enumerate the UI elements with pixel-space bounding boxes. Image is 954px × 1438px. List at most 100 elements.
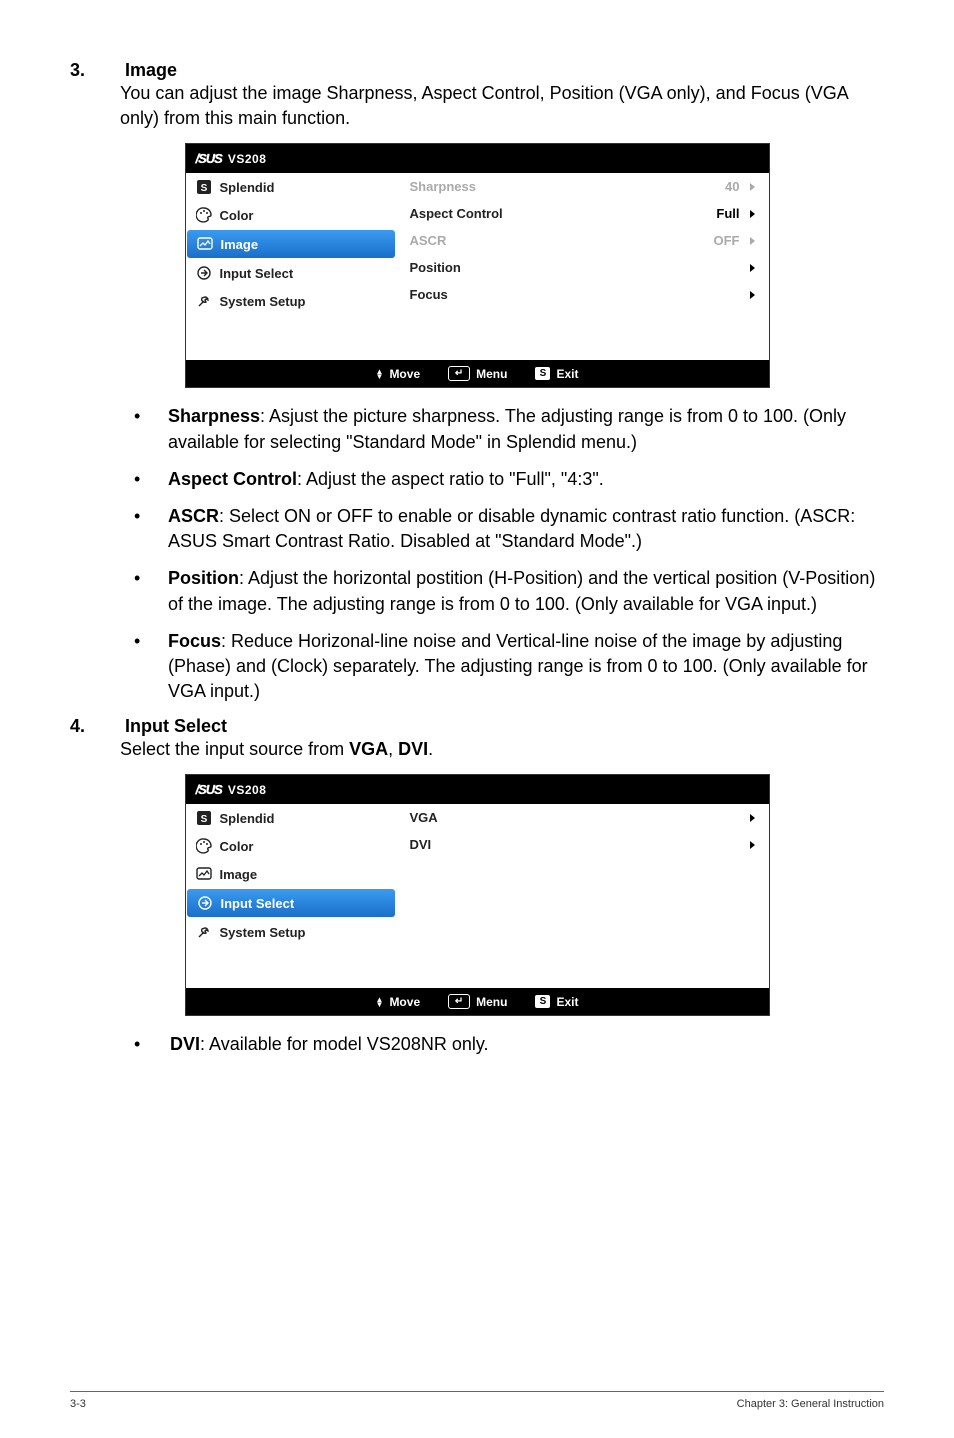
asus-logo: /SUS — [196, 151, 222, 166]
option-sharpness[interactable]: Sharpness 40 — [396, 173, 769, 200]
menu-image[interactable]: Image — [186, 860, 396, 888]
section-4: 4. Input Select Select the input source … — [70, 716, 884, 762]
s-key-icon: S — [535, 995, 550, 1008]
menu-image[interactable]: Image — [187, 230, 395, 258]
option-aspect-control[interactable]: Aspect Control Full — [396, 200, 769, 227]
menu-label: System Setup — [220, 294, 306, 309]
bullet-text: : Adjust the horizontal postition (H-Pos… — [168, 568, 875, 613]
chapter-label: Chapter 3: General Instruction — [737, 1398, 884, 1410]
enter-icon: ↵ — [448, 994, 470, 1009]
osd-blank-space — [396, 858, 769, 988]
option-value: OFF — [714, 233, 755, 248]
bullet-term: Focus — [168, 631, 221, 651]
chevron-right-icon — [750, 291, 755, 299]
bullet-term: DVI — [170, 1034, 200, 1054]
menu-splendid[interactable]: S Splendid — [186, 804, 396, 832]
bullet-text: : Asjust the picture sharpness. The adju… — [168, 406, 846, 451]
option-vga[interactable]: VGA — [396, 804, 769, 831]
menu-system-setup[interactable]: System Setup — [186, 287, 396, 315]
section3-bullets: Sharpness: Asjust the picture sharpness.… — [120, 404, 884, 704]
option-value: 40 — [725, 179, 754, 194]
footer-label: Exit — [556, 995, 578, 1009]
bullet-ascr: ASCR: Select ON or OFF to enable or disa… — [120, 504, 884, 554]
intro-text: Select the input source from — [120, 739, 349, 759]
palette-icon — [196, 207, 212, 223]
option-label: Sharpness — [410, 179, 476, 194]
tools-icon — [196, 293, 212, 309]
model-label: VS208 — [228, 152, 267, 166]
bullet-text: : Adjust the aspect ratio to "Full", "4:… — [297, 469, 604, 489]
menu-label: Image — [221, 237, 259, 252]
menu-system-setup[interactable]: System Setup — [186, 918, 396, 946]
footer-label: Menu — [476, 995, 507, 1009]
menu-input-select[interactable]: Input Select — [186, 259, 396, 287]
input-icon — [197, 895, 213, 911]
updown-icon: ▲▼ — [376, 369, 384, 379]
section-title: Input Select — [125, 716, 227, 737]
option-label: VGA — [410, 810, 438, 825]
bullet-sharpness: Sharpness: Asjust the picture sharpness.… — [120, 404, 884, 454]
menu-label: Input Select — [221, 896, 295, 911]
bullet-dvi: DVI: Available for model VS208NR only. — [70, 1032, 884, 1057]
section-intro: You can adjust the image Sharpness, Aspe… — [120, 81, 884, 131]
option-label: Focus — [410, 287, 448, 302]
intro-vga: VGA — [349, 739, 388, 759]
option-position[interactable]: Position — [396, 254, 769, 281]
footer-exit: S Exit — [535, 367, 578, 381]
bullet-term: Position — [168, 568, 239, 588]
bullet-position: Position: Adjust the horizontal postitio… — [120, 566, 884, 616]
footer-move: ▲▼ Move — [376, 995, 421, 1009]
chevron-right-icon — [750, 814, 755, 822]
bullet-text: : Select ON or OFF to enable or disable … — [168, 506, 855, 551]
footer-label: Move — [389, 367, 420, 381]
input-icon — [196, 265, 212, 281]
osd-footer: ▲▼ Move ↵ Menu S Exit — [186, 360, 769, 387]
footer-menu: ↵ Menu — [448, 366, 507, 381]
section-intro: Select the input source from VGA, DVI. — [120, 737, 884, 762]
menu-label: Splendid — [220, 180, 275, 195]
bullet-focus: Focus: Reduce Horizonal-line noise and V… — [120, 629, 884, 705]
option-dvi[interactable]: DVI — [396, 831, 769, 858]
palette-icon — [196, 838, 212, 854]
section-number: 3. — [70, 60, 120, 81]
section-3: 3. Image You can adjust the image Sharpn… — [70, 60, 884, 131]
menu-color[interactable]: Color — [186, 832, 396, 860]
menu-label: Splendid — [220, 811, 275, 826]
page-footer: 3-3 Chapter 3: General Instruction — [70, 1391, 884, 1410]
menu-label: Color — [220, 839, 254, 854]
option-label: ASCR — [410, 233, 447, 248]
section-number: 4. — [70, 716, 120, 737]
bullet-term: Sharpness — [168, 406, 260, 426]
osd-panel-image: /SUS VS208 S Splendid Color Image Input … — [185, 143, 770, 388]
splendid-icon: S — [196, 810, 212, 826]
footer-label: Exit — [556, 367, 578, 381]
footer-label: Menu — [476, 367, 507, 381]
option-label: Aspect Control — [410, 206, 503, 221]
svg-text:S: S — [200, 814, 207, 825]
menu-input-select[interactable]: Input Select — [187, 889, 395, 917]
bullet-aspect: Aspect Control: Adjust the aspect ratio … — [120, 467, 884, 492]
menu-label: Input Select — [220, 266, 294, 281]
footer-exit: S Exit — [535, 995, 578, 1009]
image-icon — [197, 236, 213, 252]
menu-label: System Setup — [220, 925, 306, 940]
option-focus[interactable]: Focus — [396, 281, 769, 308]
asus-logo: /SUS — [196, 782, 222, 797]
bullet-term: ASCR — [168, 506, 219, 526]
footer-label: Move — [389, 995, 420, 1009]
menu-color[interactable]: Color — [186, 201, 396, 229]
intro-dvi: DVI — [398, 739, 428, 759]
option-label: Position — [410, 260, 461, 275]
menu-splendid[interactable]: S Splendid — [186, 173, 396, 201]
intro-dot: . — [428, 739, 433, 759]
option-value: Full — [716, 206, 754, 221]
osd-panel-input-select: /SUS VS208 S Splendid Color Image Input … — [185, 774, 770, 1016]
bullet-text: : Reduce Horizonal-line noise and Vertic… — [168, 631, 868, 701]
bullet-text: : Available for model VS208NR only. — [200, 1034, 489, 1054]
menu-label: Color — [220, 208, 254, 223]
enter-icon: ↵ — [448, 366, 470, 381]
menu-label: Image — [220, 867, 258, 882]
option-label: DVI — [410, 837, 432, 852]
osd-header: /SUS VS208 — [186, 775, 769, 804]
option-ascr[interactable]: ASCR OFF — [396, 227, 769, 254]
